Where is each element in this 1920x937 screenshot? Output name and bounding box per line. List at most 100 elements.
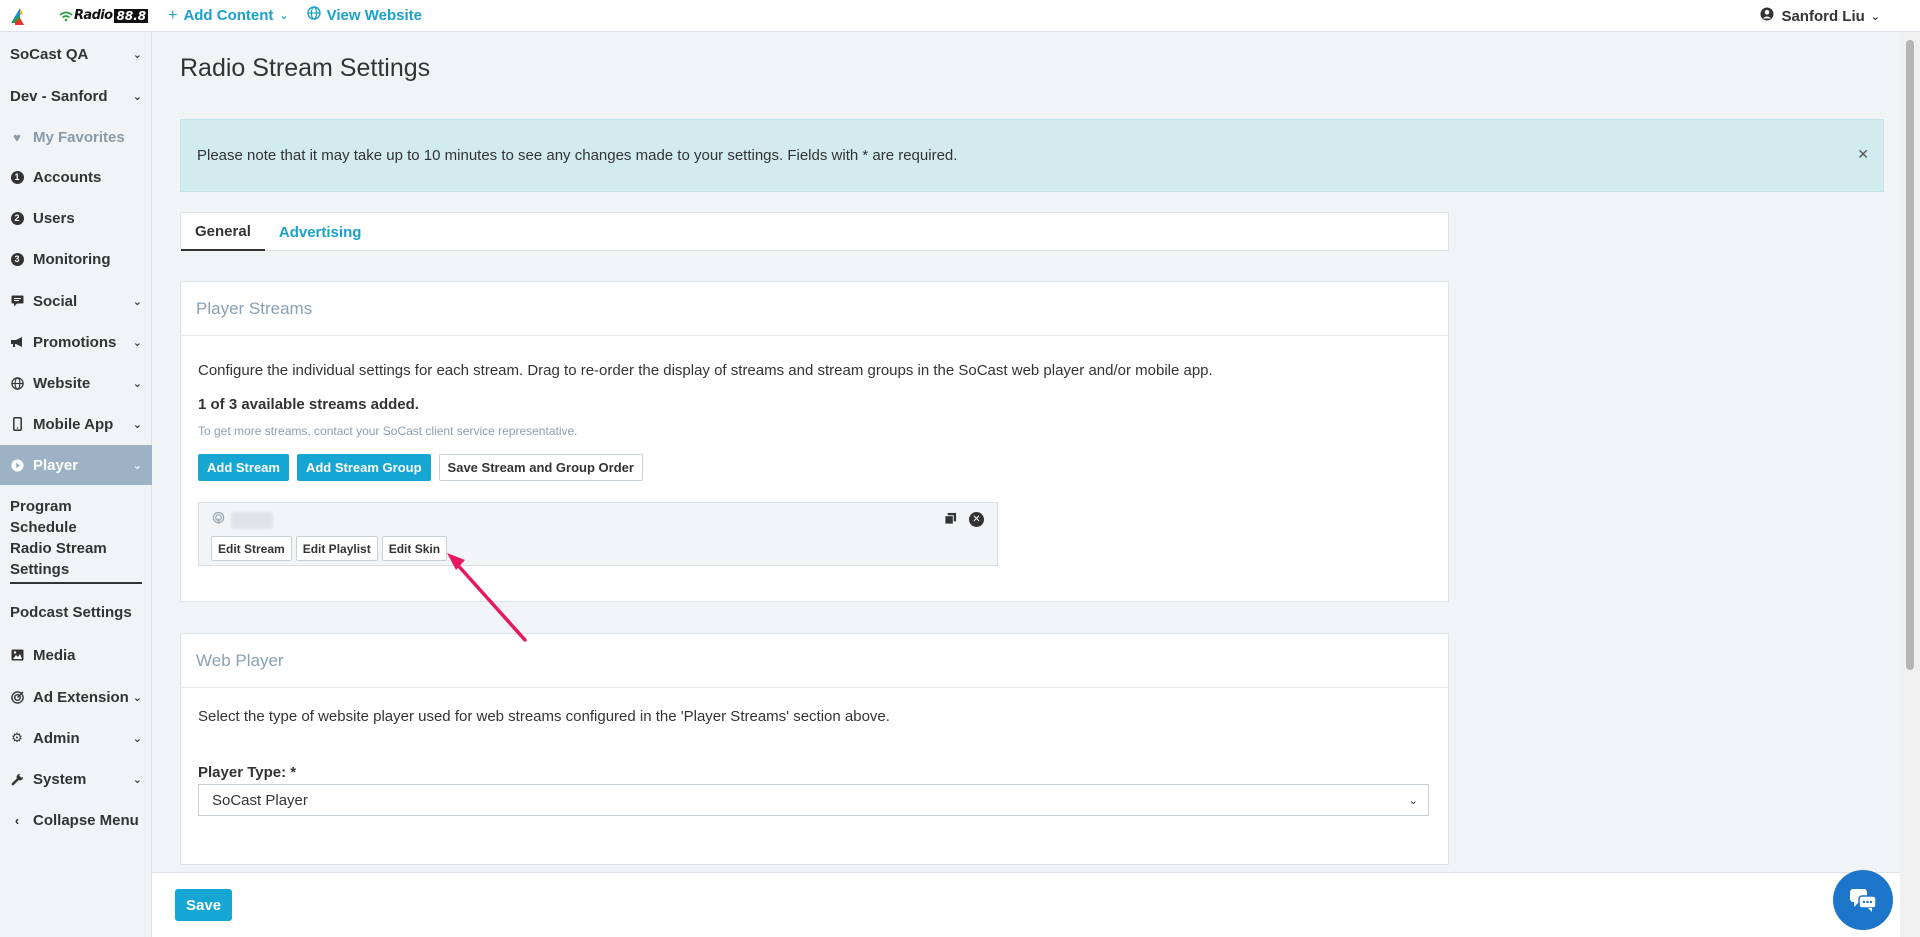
sidebar-item-player[interactable]: Player ⌄ [0,445,152,485]
user-circle-icon [1760,7,1774,25]
plus-icon: + [168,6,178,24]
stream-actions: Add Stream Add Stream Group Save Stream … [198,454,651,481]
player-streams-heading: Player Streams [181,282,1448,336]
stream-name-redacted [231,512,273,529]
chevron-down-icon: ⌄ [1408,794,1418,807]
sidebar-item-promotions[interactable]: Promotions ⌄ [0,323,152,361]
sidebar-item-social[interactable]: Social ⌄ [0,282,152,320]
sidebar-item-label: Users [33,209,75,227]
sidebar-subitem-podcast-settings[interactable]: Podcast Settings [10,602,142,623]
sidebar-item-label: Media [33,646,76,664]
web-player-card: Web Player Select the type of website pl… [180,633,1449,865]
step-3-icon: 3 [10,252,24,266]
play-circle-icon [10,458,24,472]
top-bar: Radio 88.8 + Add Content ⌄ View Website … [0,0,1920,32]
settings-tabs: General Advertising [180,212,1449,251]
socast-logo-icon[interactable] [0,0,34,32]
chevron-down-icon: ⌄ [132,418,142,431]
add-content-label: Add Content [183,7,274,24]
save-button[interactable]: Save [175,889,233,921]
sidebar-item-label: Website [33,374,91,392]
info-alert: Please note that it may take up to 10 mi… [180,119,1884,192]
station-logo[interactable]: Radio 88.8 [58,0,149,32]
close-icon[interactable]: ✕ [1857,146,1869,163]
sidebar-item-label: Ad Extension [33,688,129,706]
chevron-down-icon: ⌄ [279,10,289,22]
footer-bar: Save [152,872,1900,937]
image-icon [10,649,24,661]
sidebar-item-ad-extension[interactable]: Ad Extension ⌄ [0,678,152,716]
main-content: Radio Stream Settings Please note that i… [158,32,1894,872]
player-type-value: SoCast Player [212,791,308,809]
sidebar-item-mobile-app[interactable]: Mobile App ⌄ [0,405,152,443]
sidebar-item-media[interactable]: Media [0,636,152,674]
org-name: SoCast QA [10,45,89,63]
badge-accounts: 1 [10,170,24,184]
sidebar-subitem-radio-stream-settings[interactable]: Radio Stream Settings [10,538,142,584]
station-logo-text: Radio [74,8,113,23]
user-menu[interactable]: Sanford Liu ⌄ [1760,0,1880,32]
player-streams-card: Player Streams Configure the individual … [180,281,1449,602]
chevron-down-icon: ⌄ [132,90,142,103]
comment-icon [10,295,24,307]
add-stream-group-button[interactable]: Add Stream Group [296,454,431,481]
sidebar-item-admin[interactable]: ⚙ Admin ⌄ [0,719,152,757]
view-website-link[interactable]: View Website [306,6,422,25]
stream-count: 1 of 3 available streams added. [198,396,419,413]
clone-icon[interactable] [944,512,957,528]
remove-stream-icon[interactable]: ✕ [969,512,984,527]
stream-item[interactable]: ✕ Edit Stream Edit Playlist Edit Skin [198,502,998,566]
sidebar-item-accounts[interactable]: 1 Accounts [0,158,152,196]
chat-icon[interactable] [1833,870,1893,930]
globe-icon [10,376,24,390]
gear-icon: ⚙ [11,730,23,745]
chevron-down-icon: ⌄ [132,377,142,390]
step-1-icon: 1 [10,170,24,184]
globe-icon [306,6,321,25]
mobile-phone-icon [10,417,24,431]
edit-stream-button[interactable]: Edit Stream [211,536,292,561]
chevron-down-icon: ⌄ [132,732,142,745]
chevron-down-icon: ⌄ [132,459,142,472]
sidebar-item-label: Promotions [33,333,117,351]
org-selector[interactable]: SoCast QA ⌄ [0,35,152,73]
player-type-select[interactable]: SoCast Player ⌄ [198,784,1429,816]
tab-advertising[interactable]: Advertising [265,213,376,251]
scrollbar-thumb[interactable] [1906,40,1914,670]
stream-buttons: Edit Stream Edit Playlist Edit Skin [211,536,451,561]
chevron-down-icon: ⌄ [132,336,142,349]
add-stream-button[interactable]: Add Stream [198,454,289,481]
bullseye-icon [10,690,24,704]
megaphone-icon [10,336,24,348]
heart-icon: ♥ [13,129,21,145]
chevron-down-icon: ⌄ [132,773,142,786]
sidebar-item-label: Admin [33,729,80,747]
add-content-button[interactable]: + Add Content ⌄ [168,7,289,25]
sidebar-item-system[interactable]: System ⌄ [0,760,152,798]
stream-hint: To get more streams, contact your SoCast… [198,424,578,438]
tab-general[interactable]: General [181,213,265,251]
save-order-button[interactable]: Save Stream and Group Order [438,454,643,481]
sidebar-item-monitoring[interactable]: 3 Monitoring [0,240,152,278]
chevron-left-icon: ‹ [14,812,20,828]
podcast-icon [212,511,225,528]
wifi-icon [59,11,73,21]
sidebar-item-label: Monitoring [33,250,111,268]
sidebar-item-users[interactable]: 2 Users [0,199,152,237]
sidebar-item-label: System [33,770,87,788]
badge-monitoring: 3 [10,252,24,266]
edit-playlist-button[interactable]: Edit Playlist [295,536,378,561]
sidebar-subitem-program-schedule[interactable]: Program Schedule [10,496,142,538]
chevron-down-icon: ⌄ [132,48,142,61]
sidebar-item-label: My Favorites [33,128,125,146]
collapse-menu-button[interactable]: ‹ Collapse Menu [0,801,152,839]
site-name: Dev - Sanford [10,87,108,105]
sidebar-item-website[interactable]: Website ⌄ [0,364,152,402]
site-selector[interactable]: Dev - Sanford ⌄ [0,77,152,115]
sidebar-item-favorites[interactable]: ♥ My Favorites [0,118,152,156]
collapse-menu-label: Collapse Menu [33,811,139,829]
step-2-icon: 2 [10,211,24,225]
page-scrollbar[interactable] [1900,32,1920,937]
web-player-heading: Web Player [181,634,1448,688]
edit-skin-button[interactable]: Edit Skin [381,536,448,561]
